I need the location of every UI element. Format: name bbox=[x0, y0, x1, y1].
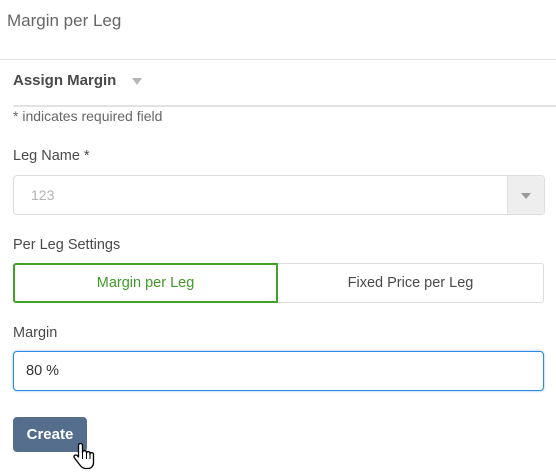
per-leg-settings-toggle: Margin per Leg Fixed Price per Leg bbox=[13, 263, 544, 303]
leg-name-value: 123 bbox=[31, 187, 55, 203]
section-title: Assign Margin bbox=[13, 72, 117, 89]
assign-margin-section-toggle[interactable]: Assign Margin bbox=[13, 72, 143, 89]
title-divider bbox=[0, 59, 556, 60]
caret-down-icon bbox=[132, 77, 143, 85]
leg-name-label: Leg Name * bbox=[13, 148, 90, 164]
chevron-down-icon bbox=[521, 193, 531, 199]
section-divider bbox=[13, 105, 556, 107]
margin-input[interactable] bbox=[13, 351, 544, 391]
leg-name-select[interactable]: 123 bbox=[13, 175, 545, 215]
fixed-price-per-leg-option[interactable]: Fixed Price per Leg bbox=[278, 263, 544, 303]
margin-label: Margin bbox=[13, 325, 58, 341]
margin-per-leg-option[interactable]: Margin per Leg bbox=[13, 263, 278, 303]
required-field-note: * indicates required field bbox=[13, 108, 163, 124]
dropdown-button[interactable] bbox=[507, 176, 544, 214]
per-leg-settings-label: Per Leg Settings bbox=[13, 237, 121, 253]
page-title: Margin per Leg bbox=[7, 11, 122, 30]
create-button[interactable]: Create bbox=[13, 417, 87, 452]
